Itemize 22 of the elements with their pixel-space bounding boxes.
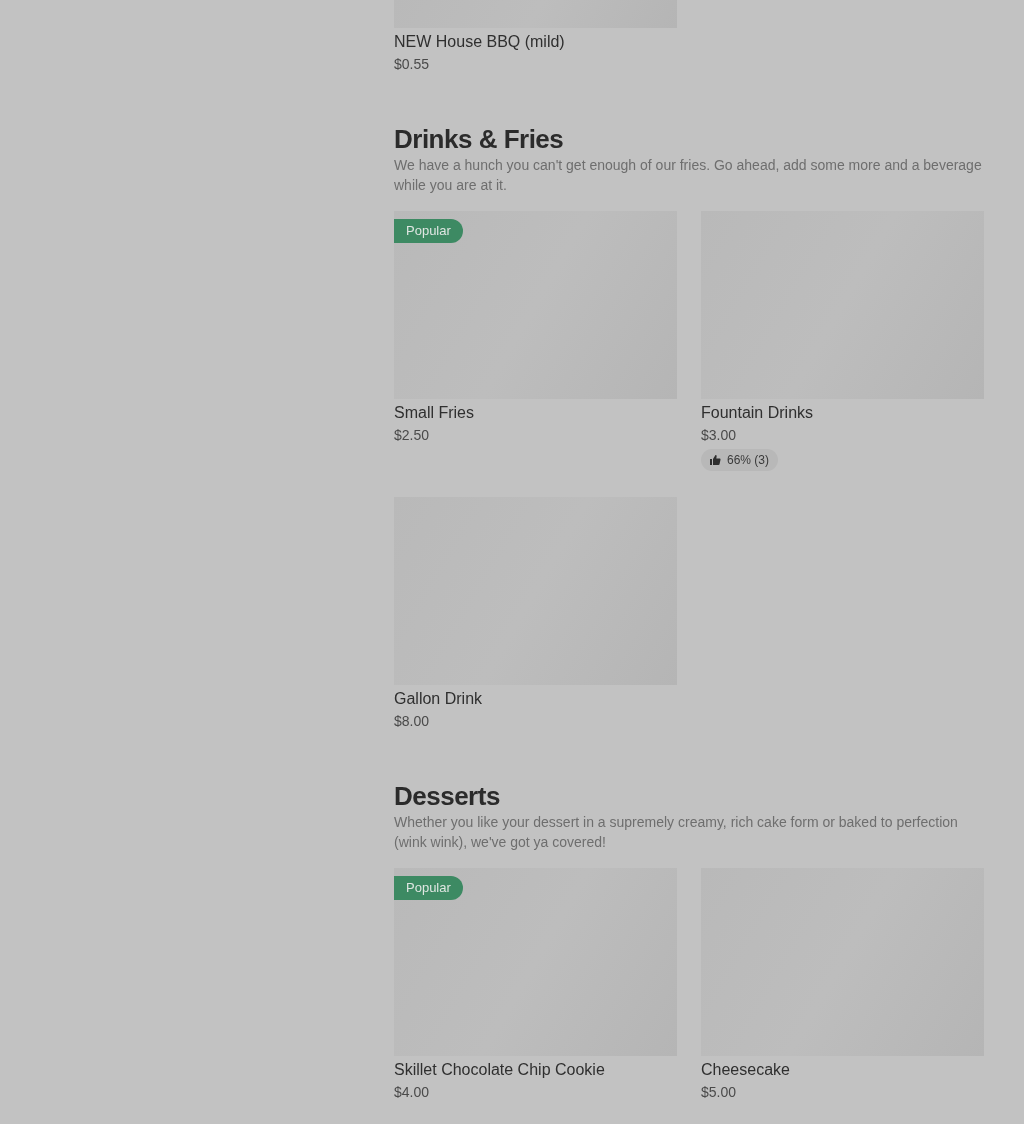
item-price: $5.00	[701, 1083, 738, 1102]
item-name: Skillet Chocolate Chip Cookie	[394, 1060, 606, 1080]
popular-badge: Popular	[394, 219, 463, 243]
thumbs-up-icon	[709, 454, 721, 466]
image-placeholder[interactable]: Popular	[394, 868, 677, 1056]
item-price: $0.55	[394, 55, 431, 74]
item-name: Small Fries	[394, 403, 475, 423]
item-price: $4.00	[394, 1083, 431, 1102]
image-placeholder[interactable]: Popular	[394, 211, 677, 399]
rating-pill: 66% (3)	[701, 449, 779, 471]
item-name: Fountain Drinks	[701, 403, 815, 423]
item-name: NEW House BBQ (mild)	[394, 32, 566, 52]
section-description: Whether you like your dessert in a supremely creamy, rich cake form or baked to perfection (wink wink), we've got ya covered!	[394, 813, 959, 852]
item-name: Gallon Drink	[394, 689, 484, 709]
section-description: We have a hunch you can't get enough of our fries. Go ahead, add some more and a beverage while you are at it.	[394, 156, 983, 195]
section-heading: Drinks & Fries	[394, 123, 565, 155]
item-price: $2.50	[394, 426, 431, 445]
item-name: Cheesecake	[701, 1060, 791, 1080]
item-price: $8.00	[394, 712, 431, 731]
popular-badge: Popular	[394, 876, 463, 900]
section-heading: Desserts	[394, 780, 501, 812]
item-price: $3.00	[701, 426, 738, 445]
